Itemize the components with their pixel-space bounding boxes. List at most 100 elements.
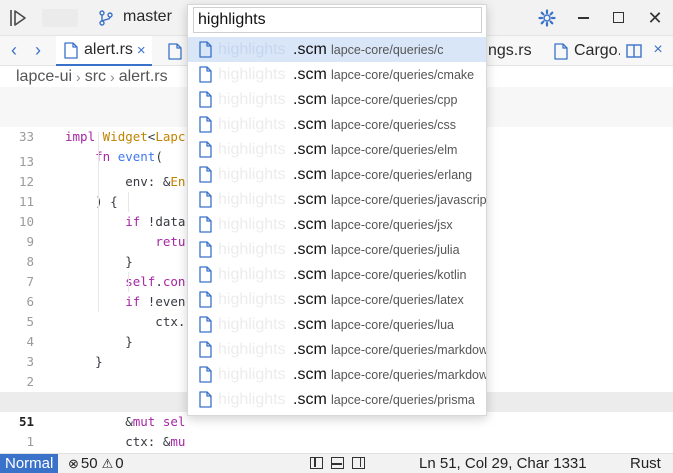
branch-name[interactable]: master xyxy=(123,8,175,26)
result-path: lapce-core/queries/c xyxy=(331,42,444,57)
toggle-left-panel-icon[interactable] xyxy=(310,457,323,469)
result-name: highlights xyxy=(218,215,286,233)
palette-result-item[interactable]: highlights .scm lapce-core/queries/kotlin xyxy=(188,262,486,287)
cursor-position[interactable]: Ln 51, Col 29, Char 1331 xyxy=(419,454,587,473)
gear-icon[interactable] xyxy=(538,9,556,27)
result-extension: .scm xyxy=(293,315,327,333)
result-name: highlights xyxy=(218,40,286,58)
tab-close-icon[interactable]: × xyxy=(137,42,146,59)
close-split-icon[interactable]: × xyxy=(650,40,666,60)
palette-search-input[interactable] xyxy=(193,7,482,33)
tab-settings-rs[interactable]: ngs.rs xyxy=(488,36,548,66)
palette-result-item[interactable]: highlights .scm lapce-core/queries/elm xyxy=(188,137,486,162)
chevron-right-icon: › xyxy=(110,69,115,85)
file-icon xyxy=(199,316,212,333)
result-extension: .scm xyxy=(293,215,327,233)
result-name: highlights xyxy=(218,65,286,83)
code-line[interactable]: 2 data: &LapceTabData, xyxy=(0,432,673,452)
tab-hidden[interactable] xyxy=(160,36,184,66)
result-path: lapce-core/queries/css xyxy=(331,117,457,132)
result-extension: .scm xyxy=(293,190,327,208)
breadcrumb-item[interactable]: lapce-ui xyxy=(16,68,72,86)
status-bar: Normal ⊗ 50 ⚠ 0 Ln 51, Col 29, Char 1331… xyxy=(0,453,673,473)
indent-guide xyxy=(128,272,129,292)
result-path: lapce-core/queries/prisma xyxy=(331,392,475,407)
result-name: highlights xyxy=(218,290,286,308)
palette-result-item[interactable]: highlights .scm lapce-core/queries/jsx xyxy=(188,212,486,237)
result-name: highlights xyxy=(218,315,286,333)
file-icon xyxy=(199,391,212,408)
palette-result-item[interactable]: highlights .scm lapce-core/queries/erlang xyxy=(188,162,486,187)
palette-result-item[interactable]: highlights .scm lapce-core/queries/julia xyxy=(188,237,486,262)
result-path: lapce-core/queries/cmake xyxy=(331,67,475,82)
file-icon xyxy=(199,91,212,108)
result-extension: .scm xyxy=(293,240,327,258)
tab-cargo-toml[interactable]: Cargo.t xyxy=(548,36,620,66)
file-search-palette: highlights.scmlapce-core/queries/chighli… xyxy=(187,4,487,416)
result-name: highlights xyxy=(218,90,286,108)
file-icon xyxy=(199,141,212,158)
tab-label: alert.rs xyxy=(84,41,133,58)
layout-toggles xyxy=(310,457,365,469)
result-extension: .scm xyxy=(293,90,327,108)
palette-result-item[interactable]: highlights .scm lapce-core/queries/prisma xyxy=(188,387,486,412)
breadcrumb-item[interactable]: alert.rs xyxy=(119,68,168,86)
file-icon xyxy=(199,266,212,283)
breadcrumb-item[interactable]: src xyxy=(85,68,106,86)
chevron-right-icon: › xyxy=(76,69,81,85)
result-name: highlights xyxy=(218,190,286,208)
palette-result-item[interactable]: highlights .scm lapce-core/queries/lua xyxy=(188,312,486,337)
file-icon xyxy=(199,366,212,383)
palette-result-item[interactable]: highlights .scm lapce-core/queries/c xyxy=(188,37,486,62)
result-name: highlights xyxy=(218,340,286,358)
error-count: 50 xyxy=(80,455,98,472)
file-icon xyxy=(168,42,182,60)
branch-icon[interactable] xyxy=(97,9,115,27)
tab-alert-rs[interactable]: alert.rs × xyxy=(56,36,152,66)
file-icon xyxy=(199,66,212,83)
file-icon xyxy=(199,41,212,58)
breadcrumb: lapce-ui › src › alert.rs xyxy=(16,67,168,87)
palette-results: highlights .scm lapce-core/queries/c highli… xyxy=(188,37,487,412)
result-extension: .scm xyxy=(293,115,327,133)
split-editor-icon[interactable] xyxy=(626,43,642,59)
palette-result-item[interactable]: highlights .scm lapce-core/queries/javascr… xyxy=(188,187,487,212)
result-name: highlights xyxy=(218,165,286,183)
back-arrow-icon[interactable]: ‹ xyxy=(6,40,22,60)
result-path: lapce-core/queries/javascript xyxy=(331,192,487,207)
language-indicator[interactable]: Rust xyxy=(630,454,661,473)
tab-label: ngs.rs xyxy=(488,42,532,59)
result-name: highlights xyxy=(218,365,286,383)
palette-result-item[interactable]: highlights .scm lapce-core/queries/css xyxy=(188,112,486,137)
palette-result-item[interactable]: highlights .scm lapce-core/queries/cmake xyxy=(188,62,486,87)
minimize-icon[interactable] xyxy=(578,17,589,19)
result-name: highlights xyxy=(218,140,286,158)
result-path: lapce-core/queries/jsx xyxy=(331,217,453,232)
toggle-bottom-panel-icon[interactable] xyxy=(331,457,344,469)
result-name: highlights xyxy=(218,390,286,408)
result-name: highlights xyxy=(218,115,286,133)
run-icon[interactable] xyxy=(8,8,30,28)
palette-result-item[interactable]: highlights .scm lapce-core/queries/markdow… xyxy=(188,362,486,387)
result-path: lapce-core/queries/latex xyxy=(331,292,464,307)
indent-guide xyxy=(98,132,99,312)
close-icon[interactable]: ✕ xyxy=(645,8,665,28)
toggle-right-panel-icon[interactable] xyxy=(352,457,365,469)
result-path: lapce-core/queries/elm xyxy=(331,142,458,157)
file-icon xyxy=(64,41,78,59)
diagnostics-indicator[interactable]: ⊗ 50 ⚠ 0 xyxy=(68,454,124,473)
result-extension: .scm xyxy=(293,290,327,308)
palette-result-item[interactable]: highlights .scm lapce-core/queries/cpp xyxy=(188,87,486,112)
result-path: lapce-core/queries/julia xyxy=(331,242,460,257)
file-icon xyxy=(554,42,568,60)
warning-icon: ⚠ xyxy=(101,456,114,471)
file-icon xyxy=(199,166,212,183)
result-extension: .scm xyxy=(293,365,327,383)
palette-result-item[interactable]: highlights .scm lapce-core/queries/markdow… xyxy=(188,337,487,362)
indent-guide xyxy=(128,192,129,212)
result-path: lapce-core/queries/markdown xyxy=(331,342,487,357)
maximize-icon[interactable] xyxy=(613,12,624,23)
palette-result-item[interactable]: highlights .scm lapce-core/queries/latex xyxy=(188,287,486,312)
forward-arrow-icon[interactable]: › xyxy=(30,40,46,60)
result-path: lapce-core/queries/kotlin xyxy=(331,267,467,282)
